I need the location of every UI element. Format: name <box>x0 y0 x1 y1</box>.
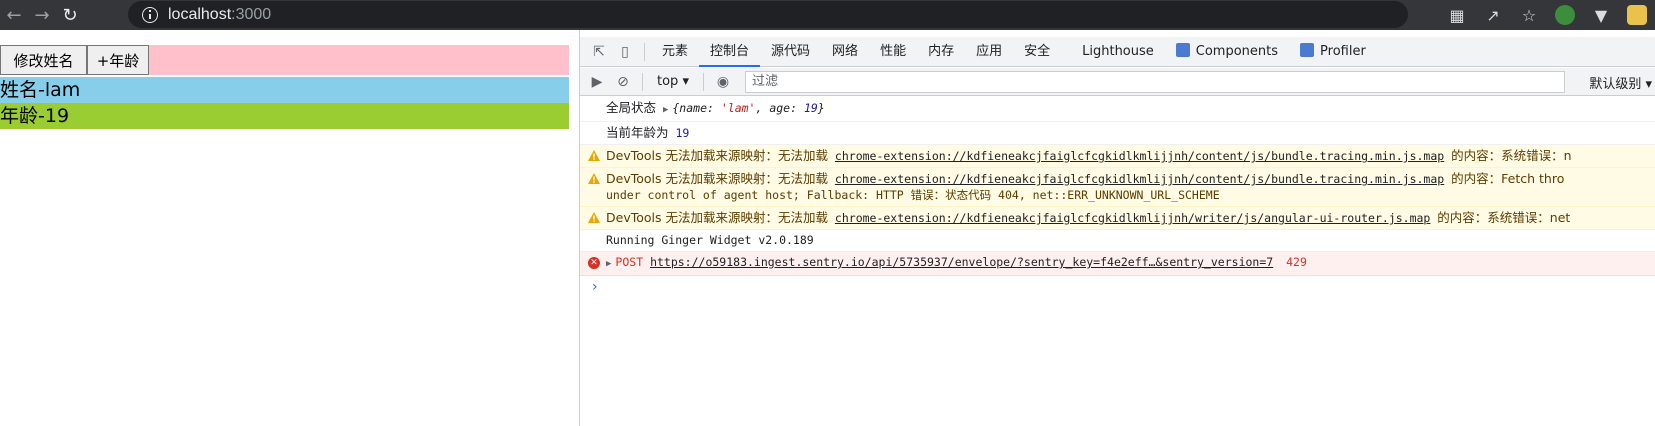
console-error: ✕ ▶ POST https://o59183.ingest.sentry.io/… <box>580 252 1655 276</box>
obj-mid: , age: <box>755 101 804 115</box>
tab-lighthouse[interactable]: Lighthouse <box>1071 37 1165 67</box>
obj-close: } <box>817 101 825 115</box>
change-name-button[interactable]: 修改姓名 <box>0 45 87 75</box>
log-label: 当前年龄为 <box>606 125 669 140</box>
warning-suffix: 的内容：系统错误：net <box>1437 210 1571 225</box>
tab-profiler-label: Profiler <box>1320 43 1366 59</box>
error-method: POST <box>615 255 644 269</box>
console-warning: DevTools 无法加载来源映射：无法加载 chrome-extension:… <box>580 145 1655 168</box>
source-map-link[interactable]: chrome-extension://kdfieneakcjfaiglcfcgk… <box>835 211 1430 225</box>
extension-v-icon[interactable]: ▼ <box>1583 1 1619 29</box>
bookmark-star-icon[interactable]: ☆ <box>1511 1 1547 29</box>
expand-triangle-icon[interactable]: ▶ <box>663 105 668 115</box>
log-label: 全局状态 <box>606 100 657 115</box>
reload-icon[interactable]: ↻ <box>56 1 84 29</box>
divider <box>702 72 704 91</box>
extension-globe-icon[interactable] <box>1547 1 1583 29</box>
tab-network[interactable]: 网络 <box>821 37 869 67</box>
browser-actions: ▦ ↗ ☆ ▼ <box>1439 0 1655 30</box>
divider <box>644 42 645 61</box>
devtools-panel: ⇱ ▯ 元素 控制台 源代码 网络 性能 内存 应用 安全 Lighthouse… <box>579 30 1655 426</box>
tab-elements[interactable]: 元素 <box>651 37 699 67</box>
url-port: :3000 <box>231 5 272 23</box>
warning-prefix: DevTools 无法加载来源映射：无法加载 <box>606 148 828 163</box>
buttons-row: 修改姓名 +年龄 <box>0 45 569 75</box>
console-warning: DevTools 无法加载来源映射：无法加载 chrome-extension:… <box>580 207 1655 230</box>
react-icon <box>1300 42 1315 57</box>
warning-suffix: 的内容：系统错误：n <box>1451 148 1572 163</box>
error-icon: ✕ <box>588 257 600 269</box>
error-status: 429 <box>1286 255 1307 269</box>
tab-components[interactable]: Components <box>1165 37 1289 67</box>
tab-console[interactable]: 控制台 <box>699 37 761 67</box>
console-prompt[interactable]: › <box>580 276 1655 298</box>
filter-input[interactable]: 过滤 <box>745 71 1565 93</box>
tab-memory[interactable]: 内存 <box>917 37 965 67</box>
eye-icon[interactable]: ◉ <box>710 69 736 95</box>
forward-icon[interactable]: → <box>28 1 56 29</box>
obj-open: {name: <box>672 101 721 115</box>
warning-prefix: DevTools 无法加载来源映射：无法加载 <box>606 210 828 225</box>
console-warning: DevTools 无法加载来源映射：无法加载 chrome-extension:… <box>580 168 1655 207</box>
translate-icon[interactable]: ▦ <box>1439 1 1475 29</box>
site-info-icon[interactable] <box>142 6 158 23</box>
url-host: localhost <box>168 5 232 23</box>
expand-triangle-icon[interactable]: ▶ <box>606 259 611 269</box>
source-map-link[interactable]: chrome-extension://kdfieneakcjfaiglcfcgk… <box>835 172 1444 186</box>
log-text: Running Ginger Widget v2.0.189 <box>606 233 814 247</box>
back-icon[interactable]: ← <box>0 1 28 29</box>
warning-prefix: DevTools 无法加载来源映射：无法加载 <box>606 171 828 186</box>
sidebar-toggle-icon[interactable]: ▶ <box>584 69 610 95</box>
divider <box>642 72 643 91</box>
context-label: top <box>657 74 679 89</box>
tab-sources[interactable]: 源代码 <box>760 37 821 67</box>
browser-toolbar: ← → ↻ localhost:3000 ▦ ↗ ☆ ▼ <box>0 0 1655 30</box>
react-icon <box>1175 42 1190 57</box>
obj-name: 'lam' <box>720 101 756 115</box>
console-output: 全局状态 ▶ {name: 'lam', age: 19} 当前年龄为 19 De… <box>580 97 1655 298</box>
console-log: 全局状态 ▶ {name: 'lam', age: 19} <box>580 97 1655 122</box>
tab-application[interactable]: 应用 <box>965 37 1013 67</box>
request-url-link[interactable]: https://o59183.ingest.sentry.io/api/5735… <box>650 255 1273 269</box>
context-select[interactable]: top ▾ <box>649 74 697 89</box>
log-value: 19 <box>675 126 690 140</box>
warning-icon <box>588 150 600 161</box>
warning-detail: under control of agent host; Fallback: H… <box>606 188 1220 202</box>
clear-console-icon[interactable]: ⊘ <box>610 69 636 95</box>
inspect-element-icon[interactable]: ⇱ <box>586 39 612 65</box>
console-toolbar: ▶ ⊘ top ▾ ◉ 过滤 默认级别 ▾ <box>580 68 1655 96</box>
warning-icon <box>588 173 600 184</box>
page-viewport: 修改姓名 +年龄 姓名-lam 年龄-19 <box>0 30 579 426</box>
tab-profiler[interactable]: Profiler <box>1289 37 1377 67</box>
tab-performance[interactable]: 性能 <box>869 37 917 67</box>
extension-eyes-icon[interactable] <box>1619 1 1655 29</box>
address-bar[interactable]: localhost:3000 <box>128 1 1408 28</box>
devtools-tabbar: ⇱ ▯ 元素 控制台 源代码 网络 性能 内存 应用 安全 Lighthouse… <box>580 37 1655 67</box>
device-toolbar-icon[interactable]: ▯ <box>612 39 638 65</box>
tab-components-label: Components <box>1195 43 1279 59</box>
source-map-link[interactable]: chrome-extension://kdfieneakcjfaiglcfcgk… <box>835 149 1444 163</box>
age-display: 年龄-19 <box>0 103 569 129</box>
warning-icon <box>588 212 600 223</box>
tab-security[interactable]: 安全 <box>1013 37 1061 67</box>
add-age-button[interactable]: +年龄 <box>87 45 149 75</box>
share-icon[interactable]: ↗ <box>1475 1 1511 29</box>
obj-age: 19 <box>803 101 818 115</box>
levels-dropdown[interactable]: 默认级别 ▾ <box>1589 73 1652 92</box>
name-display: 姓名-lam <box>0 77 569 103</box>
levels-label: 默认级别 <box>1589 77 1642 92</box>
console-log: Running Ginger Widget v2.0.189 <box>580 230 1655 252</box>
warning-suffix: 的内容：Fetch thro <box>1451 171 1565 186</box>
console-log: 当前年龄为 19 <box>580 122 1655 145</box>
